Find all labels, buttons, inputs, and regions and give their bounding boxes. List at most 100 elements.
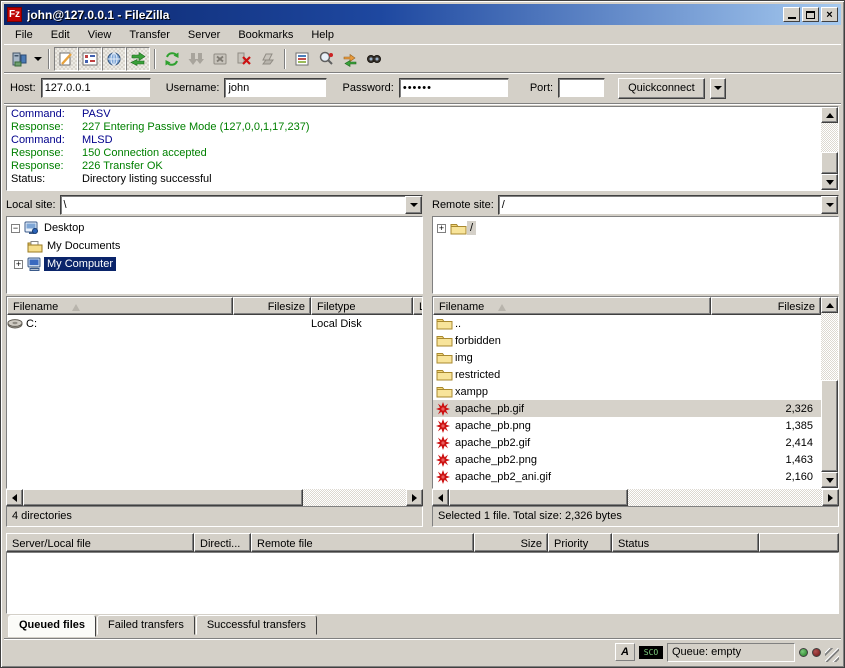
site-manager-dropdown-button[interactable] — [31, 47, 44, 71]
scrollbar-track[interactable] — [821, 123, 838, 174]
queue-column-server-local-file[interactable]: Server/Local file — [6, 533, 194, 552]
column-header-filename[interactable]: Filename — [7, 297, 233, 315]
disconnect-button[interactable] — [232, 47, 256, 71]
menu-transfer[interactable]: Transfer — [120, 26, 179, 44]
password-input[interactable] — [399, 78, 509, 98]
reconnect-button[interactable] — [256, 47, 280, 71]
menu-edit[interactable]: Edit — [42, 26, 79, 44]
remote-file-row[interactable]: apache_pb2.gif2,414 — [433, 434, 821, 451]
column-header-filesize[interactable]: Filesize — [711, 297, 821, 315]
tree-item-desktop[interactable]: − Desktop — [7, 219, 422, 237]
scroll-down-button[interactable] — [821, 472, 838, 488]
local-file-row[interactable]: C: Local Disk — [7, 315, 422, 332]
tab-failed-transfers[interactable]: Failed transfers — [97, 615, 195, 635]
scrollbar-track[interactable] — [23, 489, 406, 506]
filter-button[interactable] — [290, 47, 314, 71]
tab-successful-transfers[interactable]: Successful transfers — [196, 615, 317, 635]
expand-icon[interactable]: + — [437, 224, 446, 233]
scrollbar-track[interactable] — [449, 489, 822, 506]
close-button[interactable]: × — [821, 7, 838, 22]
collapse-icon[interactable]: − — [11, 224, 20, 233]
remote-site-dropdown-button[interactable] — [821, 196, 838, 214]
queue-header: Server/Local fileDirecti...Remote fileSi… — [6, 533, 839, 552]
scrollbar-thumb[interactable] — [821, 152, 838, 174]
remote-vertical-scrollbar[interactable] — [821, 297, 838, 488]
scroll-right-button[interactable] — [822, 489, 839, 506]
column-header-filename[interactable]: Filename — [433, 297, 711, 315]
remote-file-row[interactable]: forbidden — [433, 332, 821, 349]
menu-view[interactable]: View — [79, 26, 121, 44]
find-files-button[interactable] — [362, 47, 386, 71]
folder-icon — [436, 385, 455, 398]
column-header-filetype[interactable]: Filetype — [311, 297, 413, 315]
refresh-button[interactable] — [160, 47, 184, 71]
data-type-indicator[interactable]: A — [615, 643, 635, 661]
username-input[interactable] — [224, 78, 327, 98]
queue-column-directi[interactable]: Directi... — [194, 533, 251, 552]
queue-column-priority[interactable]: Priority — [548, 533, 612, 552]
menu-file[interactable]: File — [6, 26, 42, 44]
queue-column-remote-file[interactable]: Remote file — [251, 533, 474, 552]
remote-file-row[interactable]: restricted — [433, 366, 821, 383]
maximize-button[interactable] — [802, 7, 819, 22]
tree-item-label: My Documents — [44, 239, 123, 253]
tree-item-root[interactable]: + / — [433, 219, 838, 237]
tree-item-my-documents[interactable]: My Documents — [7, 237, 422, 255]
scroll-left-button[interactable] — [432, 489, 449, 506]
site-manager-button[interactable] — [7, 47, 31, 71]
expand-icon[interactable]: + — [14, 260, 23, 269]
queue-column-status[interactable]: Status — [612, 533, 759, 552]
minimize-button[interactable] — [783, 7, 800, 22]
scrollbar-thumb[interactable] — [23, 489, 303, 506]
resize-grip[interactable] — [825, 648, 839, 662]
port-input[interactable] — [558, 78, 605, 98]
column-header-last-modified[interactable]: L — [413, 297, 422, 315]
local-horizontal-scrollbar[interactable] — [6, 489, 423, 506]
remote-file-row[interactable]: apache_pb.gif2,326 — [433, 400, 821, 417]
column-header-filesize[interactable]: Filesize — [233, 297, 311, 315]
remote-file-row[interactable]: xampp — [433, 383, 821, 400]
log-vertical-scrollbar[interactable] — [821, 107, 838, 190]
remote-file-row[interactable]: apache_pb.png1,385 — [433, 417, 821, 434]
toggle-transfer-queue-button[interactable] — [126, 47, 150, 71]
scrollbar-thumb[interactable] — [821, 380, 838, 472]
local-site-combo[interactable]: \ — [60, 195, 423, 215]
scroll-left-button[interactable] — [6, 489, 23, 506]
tab-queued-files[interactable]: Queued files — [8, 615, 96, 637]
remote-file-row[interactable]: apache_pb2_ani.gif2,160 — [433, 468, 821, 485]
speed-limit-indicator[interactable]: SCO — [639, 646, 663, 659]
toggle-message-log-button[interactable] — [54, 47, 78, 71]
local-site-dropdown-button[interactable] — [405, 196, 422, 214]
remote-horizontal-scrollbar[interactable] — [432, 489, 839, 506]
queue-column-size[interactable]: Size — [474, 533, 548, 552]
toggle-local-tree-button[interactable] — [78, 47, 102, 71]
log-message: 227 Entering Passive Mode (127,0,0,1,17,… — [82, 121, 309, 134]
remote-file-row[interactable]: apache_pb2.png1,463 — [433, 451, 821, 468]
dropdown-arrow-icon — [410, 203, 418, 207]
scroll-down-button[interactable] — [821, 174, 838, 190]
queue-body[interactable] — [6, 552, 839, 614]
title-bar[interactable]: Fz john@127.0.0.1 - FileZilla × — [4, 4, 841, 25]
tree-item-my-computer[interactable]: + My Computer — [7, 255, 422, 273]
remote-file-row[interactable]: .. — [433, 315, 821, 332]
filter-icon — [294, 51, 310, 67]
process-queue-button[interactable] — [184, 47, 208, 71]
synchronized-browsing-button[interactable] — [338, 47, 362, 71]
menu-bookmarks[interactable]: Bookmarks — [229, 26, 302, 44]
cancel-operation-button[interactable] — [208, 47, 232, 71]
scroll-up-button[interactable] — [821, 297, 838, 313]
menu-server[interactable]: Server — [179, 26, 229, 44]
scroll-right-button[interactable] — [406, 489, 423, 506]
remote-file-row[interactable]: img — [433, 349, 821, 366]
scrollbar-track[interactable] — [821, 313, 838, 472]
scrollbar-thumb[interactable] — [449, 489, 628, 506]
toggle-remote-tree-button[interactable] — [102, 47, 126, 71]
menu-help[interactable]: Help — [302, 26, 343, 44]
quickconnect-button[interactable]: Quickconnect — [618, 78, 705, 99]
host-input[interactable] — [41, 78, 151, 98]
quickconnect-dropdown-button[interactable] — [710, 78, 726, 99]
directory-comparison-button[interactable] — [314, 47, 338, 71]
remote-site-combo[interactable]: / — [498, 195, 839, 215]
log-label: Command: — [8, 108, 82, 121]
scroll-up-button[interactable] — [821, 107, 838, 123]
